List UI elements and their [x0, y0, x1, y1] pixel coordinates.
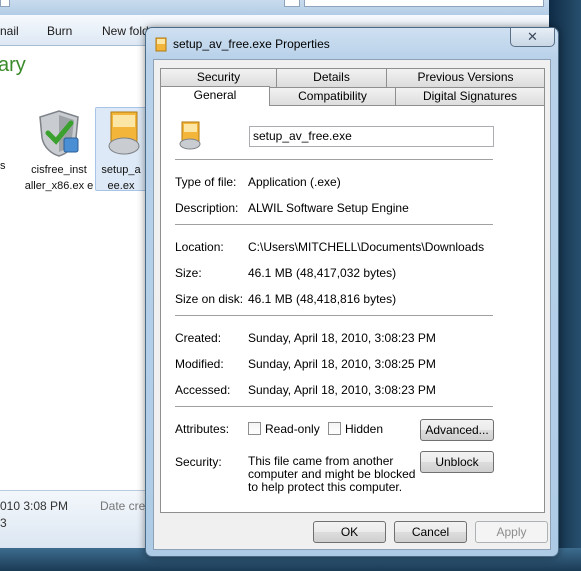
security-warning-text: This file came from another computer and…: [248, 454, 416, 494]
file-item-cisfree[interactable]: cisfree_inst aller_x86.ex e: [24, 108, 94, 194]
dialog-title: setup_av_free.exe Properties: [173, 37, 330, 51]
file-type-icon: [179, 121, 201, 150]
tab-details[interactable]: Details: [276, 68, 387, 87]
explorer-address-bar-area: [0, 0, 560, 15]
location-value: C:\Users\MITCHELL\Documents\Downloads: [248, 240, 485, 254]
tab-compatibility[interactable]: Compatibility: [269, 87, 396, 106]
security-label: Security:: [175, 455, 222, 469]
search-box[interactable]: [304, 0, 544, 7]
setup-installer-icon: [108, 111, 140, 155]
dialog-client-area: Security Details Previous Versions Gener…: [153, 59, 551, 550]
size-value: 46.1 MB (48,417,032 bytes): [248, 266, 397, 280]
properties-dialog: setup_av_free.exe Properties ✕ Security …: [145, 27, 559, 557]
apply-button[interactable]: Apply: [475, 521, 548, 543]
hidden-checkbox[interactable]: [328, 422, 341, 435]
size-on-disk-label: Size on disk:: [175, 292, 244, 306]
file-name-field[interactable]: setup_av_free.exe: [249, 126, 494, 147]
divider: [175, 224, 493, 225]
created-value: Sunday, April 18, 2010, 3:08:23 PM: [248, 331, 436, 345]
general-tab-panel: setup_av_free.exe Type of file: Applicat…: [160, 105, 545, 513]
divider: [175, 159, 493, 160]
shield-installer-icon: [39, 110, 79, 157]
advanced-button[interactable]: Advanced...: [420, 419, 494, 441]
size-label: Size:: [175, 266, 202, 280]
close-icon: ✕: [527, 29, 538, 44]
address-bar[interactable]: [0, 0, 10, 7]
accessed-label: Accessed:: [175, 383, 231, 397]
file-label-setup: setup_a ee.ex: [101, 164, 141, 191]
attributes-label: Attributes:: [175, 422, 230, 436]
type-of-file-value: Application (.exe): [248, 175, 341, 189]
file-label-cisfree: cisfree_inst aller_x86.ex e: [24, 164, 94, 192]
unblock-button[interactable]: Unblock: [420, 451, 494, 473]
details-date: 010 3:08 PM: [0, 499, 69, 513]
tab-digital-signatures[interactable]: Digital Signatures: [395, 87, 545, 106]
file-item-setup-av-free[interactable]: setup_a ee.ex: [95, 107, 147, 191]
burn-button[interactable]: Burn: [47, 24, 72, 38]
tab-security[interactable]: Security: [160, 68, 277, 87]
library-title: ary: [0, 54, 26, 76]
modified-value: Sunday, April 18, 2010, 3:08:25 PM: [248, 357, 436, 371]
accessed-value: Sunday, April 18, 2010, 3:08:23 PM: [248, 383, 436, 397]
ok-button[interactable]: OK: [313, 521, 386, 543]
divider: [175, 406, 493, 407]
email-button[interactable]: nail: [0, 24, 19, 38]
tab-previous-versions[interactable]: Previous Versions: [386, 68, 545, 87]
size-on-disk-value: 46.1 MB (48,418,816 bytes): [248, 292, 397, 306]
modified-label: Modified:: [175, 357, 224, 371]
tab-general[interactable]: General: [160, 86, 270, 106]
file-name-partial: s: [0, 160, 6, 172]
hidden-label[interactable]: Hidden: [345, 422, 383, 436]
new-folder-button[interactable]: New fold: [102, 24, 149, 38]
type-of-file-label: Type of file:: [175, 175, 237, 189]
description-label: Description:: [175, 201, 239, 215]
cancel-button[interactable]: Cancel: [394, 521, 467, 543]
refresh-button[interactable]: [284, 0, 300, 7]
readonly-checkbox[interactable]: [248, 422, 261, 435]
location-label: Location:: [175, 240, 224, 254]
readonly-label[interactable]: Read-only: [265, 422, 320, 436]
application-icon: [155, 37, 167, 52]
description-value: ALWIL Software Setup Engine: [248, 201, 409, 215]
details-size-partial: 3: [0, 516, 7, 530]
close-button[interactable]: ✕: [510, 28, 555, 47]
divider: [175, 315, 493, 316]
created-label: Created:: [175, 331, 222, 345]
